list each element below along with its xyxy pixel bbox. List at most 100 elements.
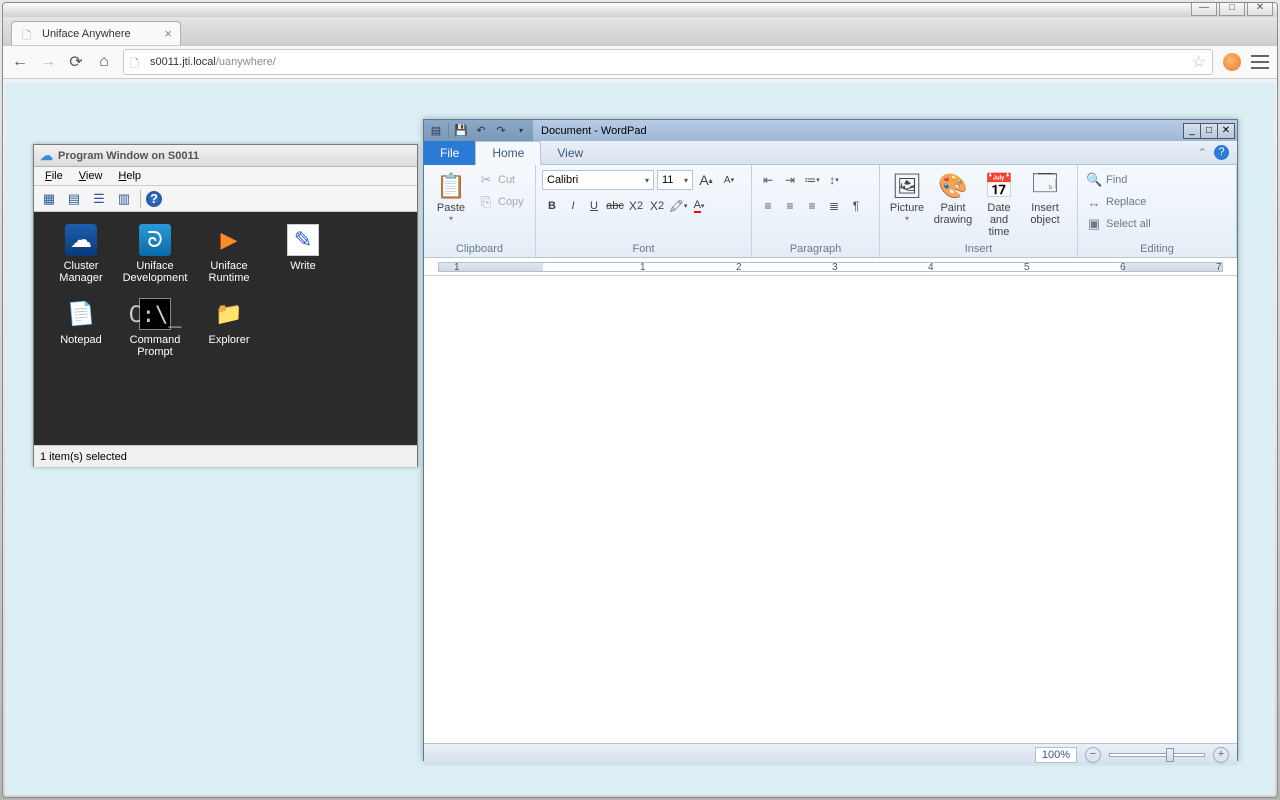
zoom-in-button[interactable]: +	[1213, 747, 1229, 763]
picture-icon: 🖼	[892, 170, 922, 202]
wordpad-title: Document - WordPad	[533, 125, 1184, 137]
highlight-button[interactable]: 🖍▾	[668, 196, 688, 216]
view-list[interactable]: ☰	[88, 189, 110, 209]
menu-help[interactable]: Help	[111, 169, 148, 183]
select-all-button[interactable]: ▣Select all	[1084, 214, 1153, 234]
app-cluster-manager[interactable]: ClusterManager	[44, 222, 118, 296]
page-viewport: ☁ Program Window on S0011 File View Help…	[5, 82, 1275, 795]
align-left-icon[interactable]: ≡	[758, 196, 778, 216]
group-clipboard: Clipboard	[430, 241, 529, 257]
paragraph-dialog-icon[interactable]: ¶	[846, 196, 866, 216]
browser-tab[interactable]: 🗋 Uniface Anywhere ×	[11, 21, 181, 45]
browser-toolbar: ← → ⟳ ⌂ 🗋 s0011.jti.local/uanywhere/ ☆	[3, 45, 1277, 79]
browser-close[interactable]: ✕	[1247, 2, 1273, 16]
app-command-prompt[interactable]: C:\_CommandPrompt	[118, 296, 192, 370]
decrease-indent-icon[interactable]: ⇤	[758, 170, 778, 190]
underline-button[interactable]: U	[584, 196, 604, 216]
paint-drawing-button[interactable]: 🎨Paintdrawing	[932, 168, 974, 228]
superscript-button[interactable]: X2	[647, 196, 667, 216]
bold-button[interactable]: B	[542, 196, 562, 216]
app-uniface-runtime[interactable]: ▶UnifaceRuntime	[192, 222, 266, 296]
qat-dropdown-icon[interactable]: ▾	[513, 123, 529, 139]
zoom-value[interactable]: 100%	[1035, 747, 1077, 763]
url-path: /uanywhere/	[216, 56, 276, 68]
menu-file[interactable]: File	[38, 169, 70, 183]
ruler[interactable]: 1 1 2 3 4 5 6 7	[424, 258, 1237, 276]
app-write[interactable]: ✎Write	[266, 222, 340, 296]
redo-icon[interactable]: ↷	[493, 123, 509, 139]
tab-view[interactable]: View	[541, 141, 599, 165]
paste-button[interactable]: 📋 Paste ▾	[430, 168, 472, 225]
reload-button[interactable]: ⟳	[67, 53, 85, 71]
ribbon-help-icon[interactable]: ?	[1214, 145, 1229, 160]
bullets-icon[interactable]: ≔▾	[802, 170, 822, 190]
align-center-icon[interactable]: ≡	[780, 196, 800, 216]
tab-title: Uniface Anywhere	[42, 28, 131, 40]
font-size-select[interactable]: 11▾	[657, 170, 693, 190]
subscript-button[interactable]: X2	[626, 196, 646, 216]
bookmark-star-icon[interactable]: ☆	[1192, 52, 1206, 72]
app-menu-icon[interactable]: ▤	[428, 123, 444, 139]
wordpad-close[interactable]: ✕	[1217, 123, 1235, 139]
zoom-thumb[interactable]	[1166, 748, 1174, 762]
browser-maximize[interactable]: □	[1219, 2, 1245, 16]
ribbon-collapse-icon[interactable]: ⌃	[1198, 146, 1207, 159]
view-large-icons[interactable]: ▦	[38, 189, 60, 209]
forward-button[interactable]: →	[39, 53, 57, 71]
wordpad-maximize[interactable]: □	[1200, 123, 1218, 139]
font-name-select[interactable]: Calibri▾	[542, 170, 654, 190]
save-icon[interactable]: 💾	[453, 123, 469, 139]
browser-window: — □ ✕ 🗋 Uniface Anywhere × ← → ⟳ ⌂ 🗋 s00…	[2, 2, 1278, 798]
copy-button[interactable]: ⎘Copy	[476, 192, 526, 212]
browser-titlebar: — □ ✕	[3, 3, 1277, 17]
insert-picture-button[interactable]: 🖼Picture▾	[886, 168, 928, 225]
font-color-button[interactable]: A▾	[689, 196, 709, 216]
ribbon-tabs: File Home View ⌃ ?	[424, 141, 1237, 165]
strike-button[interactable]: abc	[605, 196, 625, 216]
wordpad-minimize[interactable]: _	[1183, 123, 1201, 139]
align-right-icon[interactable]: ≡	[802, 196, 822, 216]
view-details[interactable]: ▥	[113, 189, 135, 209]
italic-button[interactable]: I	[563, 196, 583, 216]
ribbon: 📋 Paste ▾ ✂Cut ⎘Copy Clipboard	[424, 165, 1237, 258]
view-small-icons[interactable]: ▤	[63, 189, 85, 209]
tab-file[interactable]: File	[424, 141, 475, 165]
home-button[interactable]: ⌂	[95, 53, 113, 71]
program-window-titlebar[interactable]: ☁ Program Window on S0011	[34, 145, 417, 167]
replace-icon: ↔	[1086, 195, 1102, 210]
zoom-out-button[interactable]: −	[1085, 747, 1101, 763]
zoom-slider[interactable]	[1109, 753, 1205, 757]
tab-close-icon[interactable]: ×	[164, 26, 172, 41]
cut-button[interactable]: ✂Cut	[476, 170, 526, 190]
document-area[interactable]	[424, 276, 1237, 743]
object-icon: 🗔	[1032, 170, 1058, 202]
justify-icon[interactable]: ≣	[824, 196, 844, 216]
app-notepad[interactable]: 📄Notepad	[44, 296, 118, 370]
select-all-icon: ▣	[1086, 216, 1102, 232]
address-bar[interactable]: 🗋 s0011.jti.local/uanywhere/ ☆	[123, 49, 1213, 75]
tab-home[interactable]: Home	[475, 141, 541, 165]
undo-icon[interactable]: ↶	[473, 123, 489, 139]
help-icon[interactable]: ?	[146, 191, 162, 207]
extension-icon[interactable]	[1223, 53, 1241, 71]
cloud-icon: ☁	[40, 148, 53, 164]
back-button[interactable]: ←	[11, 53, 29, 71]
hamburger-menu-icon[interactable]	[1251, 55, 1269, 69]
insert-object-button[interactable]: 🗔Insertobject	[1024, 168, 1066, 228]
increase-indent-icon[interactable]: ⇥	[780, 170, 800, 190]
page-icon: 🗋	[22, 27, 36, 41]
wordpad-titlebar[interactable]: ▤ 💾 ↶ ↷ ▾ Document - WordPad _ □ ✕	[424, 120, 1237, 141]
shrink-font-icon[interactable]: A▾	[719, 170, 739, 190]
browser-minimize[interactable]: —	[1191, 2, 1217, 16]
find-button[interactable]: 🔍Find	[1084, 170, 1153, 190]
replace-button[interactable]: ↔Replace	[1084, 192, 1153, 212]
line-spacing-icon[interactable]: ↕▾	[824, 170, 844, 190]
program-window-body[interactable]: ClusterManager ᘐUnifaceDevelopment ▶Unif…	[34, 212, 417, 445]
menu-view[interactable]: View	[72, 169, 110, 183]
app-uniface-development[interactable]: ᘐUnifaceDevelopment	[118, 222, 192, 296]
date-time-button[interactable]: 📅Date andtime	[978, 168, 1020, 240]
grow-font-icon[interactable]: A▴	[696, 170, 716, 190]
browser-tabstrip: 🗋 Uniface Anywhere ×	[3, 17, 1277, 45]
clipboard-icon: 📋	[436, 170, 466, 202]
app-explorer[interactable]: 📁Explorer	[192, 296, 266, 370]
